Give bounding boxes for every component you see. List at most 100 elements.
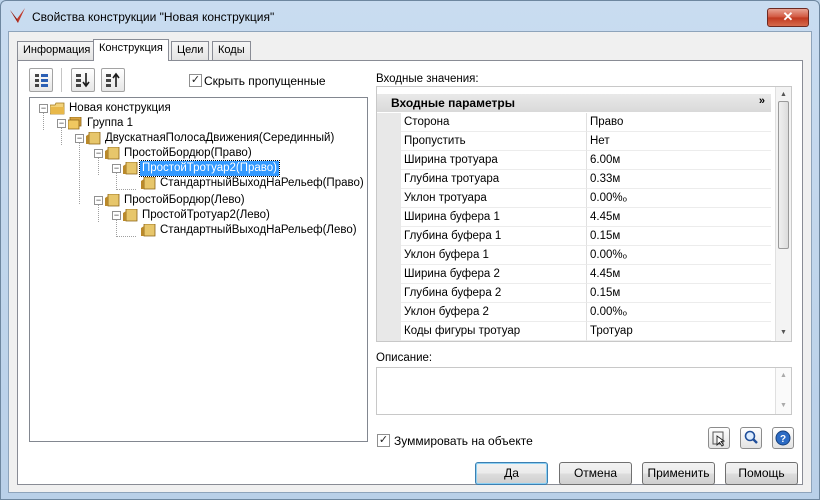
tree-item-label: ПростойБордюр(Право) [124, 147, 252, 159]
ok-button[interactable]: Да [475, 462, 548, 485]
tree-connector [98, 157, 99, 175]
tree-connector [116, 172, 117, 190]
row-gutter [377, 265, 401, 284]
zoom-button[interactable] [740, 427, 762, 449]
property-value[interactable]: 0.00%ₒ [587, 189, 771, 208]
collapse-toggle-icon[interactable]: − [112, 164, 121, 173]
folder-icon [50, 102, 65, 115]
property-grid[interactable]: Входные параметры » Сторона Право Пропусти… [376, 86, 792, 342]
property-value[interactable]: Тротуар [587, 322, 771, 341]
close-button[interactable]: ✕ [767, 8, 809, 27]
move-down-icon [76, 73, 90, 88]
row-gutter [377, 322, 401, 341]
property-row[interactable]: Глубина буфера 2 0.15м [377, 284, 771, 303]
property-row[interactable]: Глубина буфера 1 0.15м [377, 227, 771, 246]
move-down-button[interactable] [71, 68, 95, 92]
collapse-toggle-icon[interactable]: − [112, 211, 121, 220]
row-gutter [377, 113, 401, 132]
row-gutter [377, 208, 401, 227]
property-row[interactable]: Уклон буфера 2 0.00%ₒ [377, 303, 771, 322]
assembly-tree[interactable]: − Новая конструкция − Группа 1 − Двускат… [29, 97, 368, 442]
scrollbar-thumb[interactable] [778, 101, 789, 249]
property-name: Пропустить [401, 132, 587, 151]
tab-targets[interactable]: Цели [171, 41, 210, 60]
description-field[interactable]: ▲ ▼ [376, 367, 792, 415]
property-value[interactable]: 6.00м [587, 151, 771, 170]
scroll-up-arrow-icon[interactable]: ▲ [776, 370, 791, 382]
tree-connector [116, 189, 136, 190]
pick-subassembly-button[interactable] [708, 427, 730, 449]
assembly-tab-panel: ✓ Скрыть пропущенные − Новая конструкция… [17, 60, 803, 485]
pick-object-icon [712, 431, 726, 447]
apply-button[interactable]: Применить [642, 462, 715, 485]
folder-stack-icon [68, 117, 82, 130]
property-name: Глубина буфера 2 [401, 284, 587, 303]
scroll-down-arrow-icon[interactable]: ▼ [776, 327, 791, 339]
property-value[interactable]: 0.00%ₒ [587, 303, 771, 322]
help-icon-button[interactable]: ? [772, 427, 794, 449]
tree-item-label: ПростойТротуар2(Лево) [142, 209, 270, 221]
property-row[interactable]: Ширина буфера 2 4.45м [377, 265, 771, 284]
tree-item-label: СтандартныйВыходНаРельеф(Право) [160, 177, 364, 189]
tree-connector [61, 127, 62, 145]
input-values-label: Входные значения: [376, 73, 479, 85]
property-row[interactable]: Ширина буфера 1 4.45м [377, 208, 771, 227]
tab-assembly[interactable]: Конструкция [93, 39, 169, 61]
collapse-toggle-icon[interactable]: − [94, 196, 103, 205]
property-value[interactable]: 0.00%ₒ [587, 246, 771, 265]
move-up-icon [106, 72, 120, 87]
property-value[interactable]: Право [587, 113, 771, 132]
collapse-toggle-icon[interactable]: − [75, 134, 84, 143]
collapse-section-icon[interactable]: » [759, 95, 765, 107]
property-name: Глубина тротуара [401, 170, 587, 189]
property-value[interactable]: 0.15м [587, 227, 771, 246]
grid-section-header[interactable]: Входные параметры » [377, 94, 771, 112]
property-value[interactable]: 0.15м [587, 284, 771, 303]
row-gutter [377, 151, 401, 170]
row-gutter [377, 303, 401, 322]
row-gutter [377, 284, 401, 303]
property-name: Коды фигуры тротуар [401, 322, 587, 341]
tab-codes[interactable]: Коды [212, 41, 251, 60]
property-row[interactable]: Уклон тротуара 0.00%ₒ [377, 189, 771, 208]
property-name: Уклон буфера 2 [401, 303, 587, 322]
move-up-button[interactable] [101, 68, 125, 92]
title-bar[interactable]: Свойства конструкции "Новая конструкция"… [1, 1, 819, 31]
property-row[interactable]: Коды фигуры тротуар Тротуар [377, 322, 771, 341]
dialog-window: Свойства конструкции "Новая конструкция"… [0, 0, 820, 500]
svg-text:?: ? [780, 434, 786, 445]
property-row[interactable]: Глубина тротуара 0.33м [377, 170, 771, 189]
hide-skipped-label: Скрыть пропущенные [204, 74, 326, 88]
tree-item-label: Новая конструкция [69, 102, 171, 114]
scroll-down-arrow-icon[interactable]: ▼ [776, 400, 791, 412]
tab-information[interactable]: Информация [17, 41, 97, 60]
property-row[interactable]: Пропустить Нет [377, 132, 771, 151]
scroll-up-arrow-icon[interactable]: ▲ [776, 89, 791, 101]
collapse-toggle-icon[interactable]: − [94, 149, 103, 158]
tree-view-button[interactable] [29, 68, 53, 92]
collapse-toggle-icon[interactable]: − [57, 119, 66, 128]
collapse-toggle-icon[interactable]: − [39, 104, 48, 113]
property-value[interactable]: 4.45м [587, 265, 771, 284]
property-row[interactable]: Ширина тротуара 6.00м [377, 151, 771, 170]
property-value[interactable]: 4.45м [587, 208, 771, 227]
property-row[interactable]: Сторона Право [377, 113, 771, 132]
help-button[interactable]: Помощь [725, 462, 798, 485]
property-value[interactable]: 0.33м [587, 170, 771, 189]
property-row[interactable]: Уклон буфера 1 0.00%ₒ [377, 246, 771, 265]
hide-skipped-checkbox[interactable]: ✓ [189, 74, 202, 87]
tree-item-label: ПростойБордюр(Лево) [124, 194, 245, 206]
row-gutter [377, 132, 401, 151]
zoom-to-object-label: Зуммировать на объекте [394, 434, 533, 448]
help-icon: ? [775, 430, 791, 446]
grid-scrollbar[interactable]: ▲ ▼ [775, 87, 791, 341]
property-value[interactable]: Нет [587, 132, 771, 151]
subassembly-icon [141, 224, 156, 237]
tree-connector [79, 142, 80, 204]
property-name: Ширина буфера 2 [401, 265, 587, 284]
row-gutter [377, 170, 401, 189]
description-scrollbar[interactable]: ▲ ▼ [775, 368, 791, 414]
subassembly-icon [105, 194, 120, 207]
zoom-to-object-checkbox[interactable]: ✓ [377, 434, 390, 447]
cancel-button[interactable]: Отмена [559, 462, 632, 485]
